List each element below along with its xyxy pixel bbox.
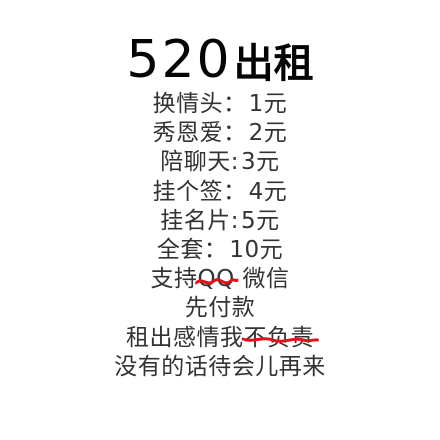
price-list: 换情头：1元 秀恩爱：2元 陪聊天:3元 挂个签：4元 挂名片:5元 全套：10… (0, 90, 440, 382)
prepay-line: 先付款 (0, 294, 440, 323)
price-value: 4元 (248, 178, 288, 205)
red-scribble-mark (241, 337, 319, 343)
price-value: 10元 (229, 236, 284, 263)
price-value: 5元 (241, 207, 280, 234)
red-scribble-mark (195, 277, 239, 285)
price-line-full-package: 全套：10元 (0, 236, 440, 265)
price-label: 陪聊天 (160, 149, 231, 176)
price-separator: : (230, 149, 240, 176)
price-value: 3元 (241, 149, 280, 176)
price-separator: ： (223, 120, 247, 147)
disclaimer-line: 租出感情我不负责 (0, 324, 440, 353)
closing-text: 没有的话待会儿再来 (114, 353, 326, 380)
price-value: 1元 (248, 91, 288, 117)
struck-payment-method: QQ (195, 265, 239, 294)
price-line-show-affection: 秀恩爱：2元 (0, 119, 440, 148)
payment-prefix: 支持 (150, 266, 198, 293)
disclaimer-prefix: 租出感情我 (126, 324, 244, 351)
payment-suffix: 微信 (234, 266, 290, 293)
prepay-text: 先付款 (184, 295, 256, 322)
price-line-namecard: 挂名片:5元 (0, 207, 440, 236)
closing-line: 没有的话待会儿再来 (0, 353, 440, 382)
struck-disclaimer: 不负责 (241, 324, 319, 353)
payment-methods-line: 支持QQ 微信 (0, 265, 440, 294)
price-label: 全套 (156, 236, 204, 263)
price-value: 2元 (248, 120, 288, 147)
price-separator: ： (223, 178, 247, 205)
price-label: 挂个签 (152, 178, 224, 205)
price-separator: ： (223, 91, 247, 117)
page-title: 520出租 (0, 34, 440, 86)
price-line-signature: 挂个签：4元 (0, 178, 440, 207)
title-word: 出租 (233, 41, 314, 87)
price-line-chat: 陪聊天:3元 (0, 148, 440, 177)
price-label: 换情头 (152, 91, 224, 117)
price-separator: ： (203, 236, 228, 263)
price-label: 挂名片 (160, 207, 231, 234)
price-separator: : (230, 207, 240, 234)
title-number: 520 (126, 30, 232, 90)
price-label: 秀恩爱 (152, 120, 224, 147)
price-line-swap-avatar: 换情头：1元 (0, 90, 440, 119)
